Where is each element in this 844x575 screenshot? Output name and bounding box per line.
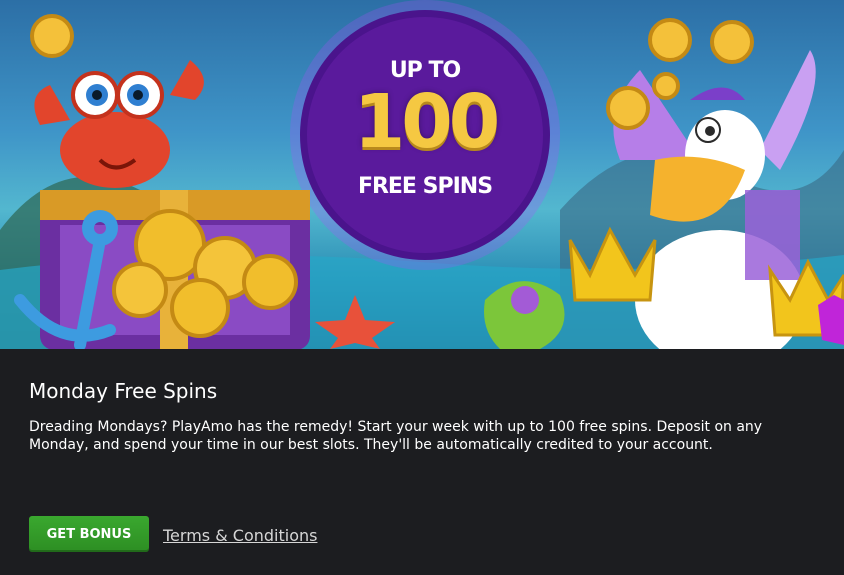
promo-banner: UP TO 100 FREE SPINS bbox=[0, 0, 844, 349]
get-bonus-button[interactable]: GET BONUS bbox=[29, 516, 149, 552]
promo-details: Monday Free Spins Dreading Mondays? Play… bbox=[0, 349, 844, 575]
terms-and-conditions-link[interactable]: Terms & Conditions bbox=[163, 526, 317, 545]
promo-card: UP TO 100 FREE SPINS Monday Free Spins D… bbox=[0, 0, 844, 575]
shell-illustration bbox=[484, 281, 565, 349]
crab-illustration bbox=[34, 60, 204, 188]
promo-description: Dreading Mondays? PlayAmo has the remedy… bbox=[29, 419, 763, 453]
badge-free-spins-label: FREE SPINS bbox=[357, 174, 493, 199]
badge-number: 100 bbox=[353, 79, 500, 165]
promo-title: Monday Free Spins bbox=[29, 379, 218, 403]
